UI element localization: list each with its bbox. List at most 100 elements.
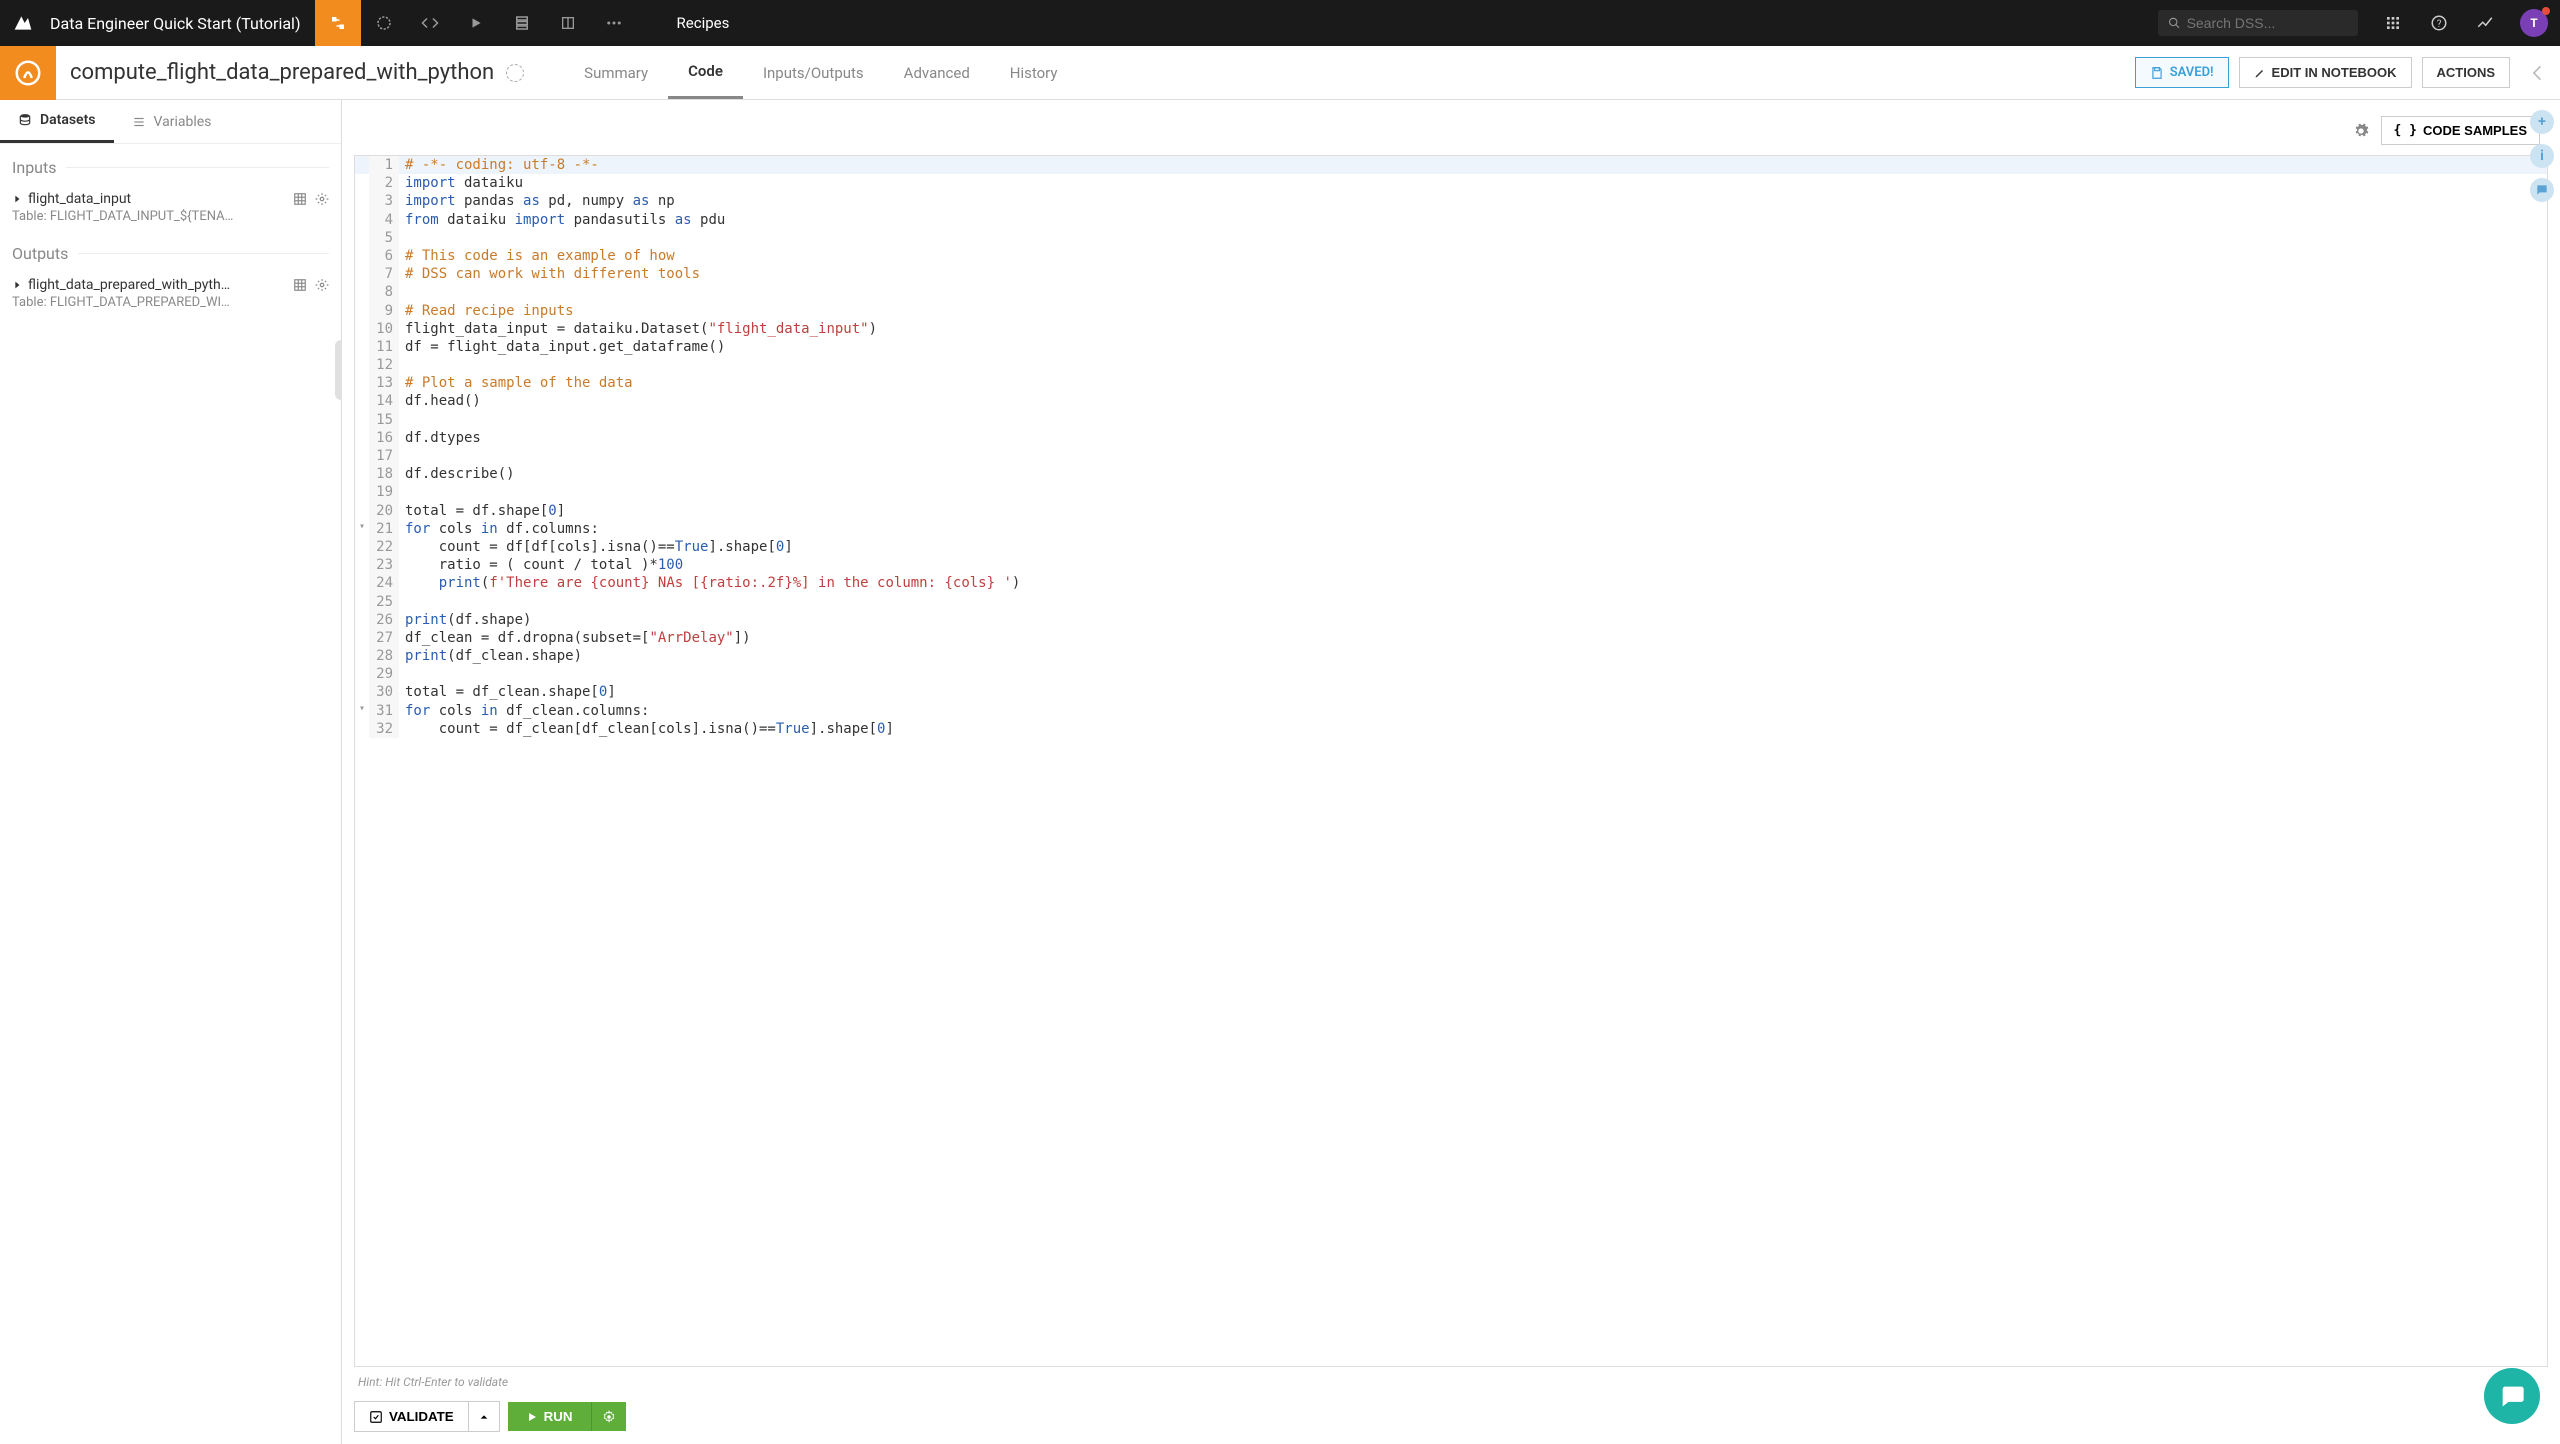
chat-fab[interactable] (2484, 1368, 2540, 1424)
table-icon[interactable] (293, 278, 307, 292)
editor-settings-icon[interactable] (2353, 123, 2369, 139)
code-line[interactable]: 17 (355, 447, 2547, 465)
tab-summary[interactable]: Summary (564, 46, 668, 99)
headerbar-right: SAVED! EDIT IN NOTEBOOK ACTIONS (2135, 57, 2560, 88)
avatar[interactable]: T (2520, 9, 2548, 37)
recipe-name: compute_flight_data_prepared_with_python (70, 60, 494, 85)
right-rail: + i (2530, 110, 2554, 202)
gear-icon[interactable] (315, 192, 329, 206)
run-button[interactable]: RUN (508, 1402, 591, 1431)
editor-hint: Hint: Hit Ctrl-Enter to validate (354, 1367, 2548, 1397)
code-line[interactable]: 24 print(f'There are {count} NAs [{ratio… (355, 574, 2547, 592)
code-line[interactable]: 11df = flight_data_input.get_dataframe() (355, 338, 2547, 356)
play-icon (526, 1411, 538, 1423)
run-group: RUN (508, 1402, 626, 1431)
code-line[interactable]: 20total = df.shape[0] (355, 502, 2547, 520)
code-line[interactable]: 25 (355, 593, 2547, 611)
code-line[interactable]: 18df.describe() (355, 465, 2547, 483)
play-icon[interactable] (453, 0, 499, 46)
sidebar-tab-variables-label: Variables (154, 114, 212, 130)
tab-history[interactable]: History (990, 46, 1078, 99)
code-line[interactable]: 15 (355, 411, 2547, 429)
code-line[interactable]: 8 (355, 283, 2547, 301)
save-icon (2150, 66, 2164, 80)
code-line[interactable]: 30total = df_clean.shape[0] (355, 683, 2547, 701)
stack-icon[interactable] (499, 0, 545, 46)
code-line[interactable]: 1# -*- coding: utf-8 -*- (355, 156, 2547, 174)
code-line[interactable]: 5 (355, 229, 2547, 247)
rail-chat-icon[interactable] (2530, 178, 2554, 202)
back-arrow-icon[interactable] (2528, 63, 2548, 83)
code-line[interactable]: 23 ratio = ( count / total )*100 (355, 556, 2547, 574)
code-line[interactable]: 12 (355, 356, 2547, 374)
run-label: RUN (544, 1409, 573, 1424)
run-settings-button[interactable] (591, 1402, 626, 1431)
breadcrumb[interactable]: Recipes (677, 14, 730, 32)
code-samples-label: CODE SAMPLES (2423, 123, 2527, 138)
code-line[interactable]: 9# Read recipe inputs (355, 302, 2547, 320)
code-line[interactable]: 27df_clean = df.dropna(subset=["ArrDelay… (355, 629, 2547, 647)
code-line[interactable]: 16df.dtypes (355, 429, 2547, 447)
activity-icon[interactable] (2462, 0, 2508, 46)
code-samples-button[interactable]: { } CODE SAMPLES (2381, 116, 2541, 145)
code-line[interactable]: ▾31for cols in df_clean.columns: (355, 702, 2547, 720)
search-icon (2168, 16, 2181, 30)
gear-icon[interactable] (315, 278, 329, 292)
actions-label: ACTIONS (2437, 65, 2496, 80)
code-line[interactable]: 4from dataiku import pandasutils as pdu (355, 211, 2547, 229)
code-line[interactable]: 26print(df.shape) (355, 611, 2547, 629)
tab-code[interactable]: Code (668, 46, 743, 99)
dataset-name: flight_data_input (28, 191, 131, 207)
sidebar-tab-variables[interactable]: Variables (114, 100, 230, 143)
chat-bubble-icon (2498, 1382, 2526, 1410)
code-line[interactable]: 28print(df_clean.shape) (355, 647, 2547, 665)
recipe-type-icon (0, 46, 56, 100)
code-line[interactable]: 32 count = df_clean[df_clean[cols].isna(… (355, 720, 2547, 738)
code-line[interactable]: ▾21for cols in df.columns: (355, 520, 2547, 538)
editor-footer: VALIDATE RUN (354, 1397, 2548, 1432)
code-editor[interactable]: 1# -*- coding: utf-8 -*-2import dataiku3… (354, 155, 2548, 1367)
tab-inputs-outputs[interactable]: Inputs/Outputs (743, 46, 884, 99)
tab-advanced[interactable]: Advanced (884, 46, 990, 99)
code-icon[interactable] (407, 0, 453, 46)
topbar: Data Engineer Quick Start (Tutorial) Rec… (0, 0, 2560, 46)
help-icon[interactable]: ? (2416, 0, 2462, 46)
caret-up-icon (479, 1412, 489, 1422)
logo-icon[interactable] (0, 13, 46, 33)
validate-dropdown[interactable] (469, 1401, 500, 1432)
table-icon[interactable] (293, 192, 307, 206)
validate-button[interactable]: VALIDATE (354, 1401, 469, 1432)
code-line[interactable]: 10flight_data_input = dataiku.Dataset("f… (355, 320, 2547, 338)
search-box[interactable] (2158, 10, 2358, 36)
output-item[interactable]: flight_data_prepared_with_pyth… Table: F… (0, 271, 341, 316)
topbar-right: ? T (2158, 0, 2560, 46)
code-line[interactable]: 29 (355, 665, 2547, 683)
editor-wrap: { } CODE SAMPLES 1# -*- coding: utf-8 -*… (342, 100, 2560, 1444)
circle-icon[interactable] (361, 0, 407, 46)
code-line[interactable]: 19 (355, 483, 2547, 501)
code-line[interactable]: 2import dataiku (355, 174, 2547, 192)
dataset-table-name: Table: FLIGHT_DATA_PREPARED_WI… (12, 295, 329, 310)
gear-icon (602, 1410, 616, 1424)
apps-icon[interactable] (2370, 0, 2416, 46)
rail-info-icon[interactable]: i (2530, 144, 2554, 168)
code-line[interactable]: 22 count = df[df[cols].isna()==True].sha… (355, 538, 2547, 556)
edit-notebook-button[interactable]: EDIT IN NOTEBOOK (2239, 57, 2412, 88)
rail-add-icon[interactable]: + (2530, 110, 2554, 134)
square-icon[interactable] (545, 0, 591, 46)
more-icon[interactable] (591, 0, 637, 46)
unsaved-indicator-icon (506, 64, 524, 82)
input-item[interactable]: flight_data_input Table: FLIGHT_DATA_INP… (0, 185, 341, 230)
project-title[interactable]: Data Engineer Quick Start (Tutorial) (46, 14, 315, 33)
topbar-toolbar (315, 0, 637, 46)
code-line[interactable]: 6# This code is an example of how (355, 247, 2547, 265)
code-line[interactable]: 7# DSS can work with different tools (355, 265, 2547, 283)
sidebar-tab-datasets[interactable]: Datasets (0, 100, 114, 143)
code-line[interactable]: 3import pandas as pd, numpy as np (355, 192, 2547, 210)
search-input[interactable] (2187, 15, 2348, 31)
saved-button: SAVED! (2135, 57, 2229, 88)
actions-button[interactable]: ACTIONS (2422, 57, 2511, 88)
code-line[interactable]: 13# Plot a sample of the data (355, 374, 2547, 392)
code-line[interactable]: 14df.head() (355, 392, 2547, 410)
flow-icon[interactable] (315, 0, 361, 46)
